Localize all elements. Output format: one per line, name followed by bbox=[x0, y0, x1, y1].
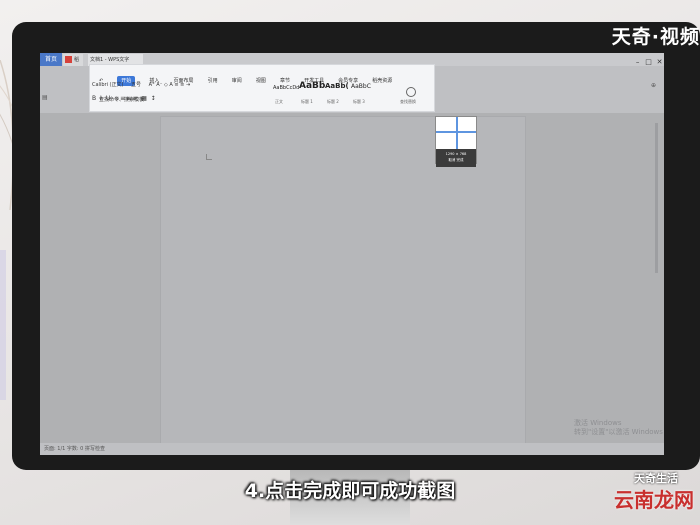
activate-line-2: 转到"设置"以激活 Windows bbox=[574, 428, 663, 436]
screenshot-actions[interactable]: 取消 完成 bbox=[436, 157, 476, 163]
bold-icon[interactable]: B bbox=[92, 95, 97, 102]
format-row: B I U ≡≡≡≡ ▦ ↕ bbox=[92, 95, 157, 102]
docer-logo-icon bbox=[65, 56, 72, 63]
style-label-h1: 标题 1 bbox=[301, 99, 313, 104]
app-screen: 首页 稻壳 文档1 - WPS文字 – □ ✕ ▤ ⊕ ↶ 开始 插入 页面布局… bbox=[40, 53, 664, 455]
close-icon[interactable]: ✕ bbox=[655, 58, 664, 66]
minimize-icon[interactable]: – bbox=[633, 58, 642, 66]
find-replace-label: 查找替换 bbox=[400, 99, 416, 104]
font-row: Calibri (正文) 五号 A⁺ A⁻ ◇ A ≡ ≡ ⇥ bbox=[92, 81, 190, 88]
style-sample-h1[interactable]: AaBb bbox=[299, 81, 325, 91]
font-name-select[interactable]: Calibri (正文) bbox=[92, 82, 123, 88]
watermark-top: 天奇·视频 bbox=[611, 26, 700, 48]
activate-windows-notice: 激活 Windows 转到"设置"以激活 Windows bbox=[574, 419, 663, 437]
style-sample-h2[interactable]: AaBb( bbox=[325, 82, 349, 90]
format-icons[interactable]: A⁺ A⁻ ◇ A ≡ ≡ ⇥ bbox=[149, 82, 191, 88]
tab-docer[interactable]: 稻壳 bbox=[63, 54, 83, 75]
screenshot-selection[interactable]: 1290 × 768 取消 完成 bbox=[435, 116, 477, 167]
tab-home[interactable]: 首页 bbox=[40, 53, 62, 66]
underline-icon[interactable]: U bbox=[106, 95, 111, 102]
crosshair-horizontal bbox=[436, 131, 476, 133]
menu-tab-docer[interactable]: 稻壳资源 bbox=[372, 76, 392, 86]
window-controls: – □ ✕ bbox=[633, 58, 664, 66]
align-icons[interactable]: ≡≡≡≡ ▦ ↕ bbox=[114, 95, 157, 102]
style-sample-normal[interactable]: AaBbCcDd bbox=[273, 85, 299, 91]
paste-icon[interactable]: ▤ bbox=[42, 94, 48, 101]
style-gallery: AaBbCcDd AaBb AaBb( AaBbC 正文 标题 1 标题 2 标… bbox=[273, 79, 373, 107]
margin-mark bbox=[206, 154, 212, 160]
style-label-normal: 正文 bbox=[275, 99, 283, 104]
italic-icon[interactable]: I bbox=[100, 95, 103, 102]
menu-tab-references[interactable]: 引用 bbox=[208, 76, 218, 86]
style-sample-h3[interactable]: AaBbC bbox=[351, 83, 371, 90]
style-label-h2: 标题 2 bbox=[327, 99, 339, 104]
crosshair-vertical bbox=[456, 117, 458, 149]
brand-logo-bottom: 云南龙网 bbox=[614, 488, 694, 512]
video-subtitle: 4.点击完成即可成功截图 bbox=[244, 480, 456, 502]
maximize-icon[interactable]: □ bbox=[644, 58, 653, 66]
menu-tab-view[interactable]: 视图 bbox=[256, 76, 266, 86]
vertical-scrollbar[interactable] bbox=[655, 123, 658, 273]
activate-line-1: 激活 Windows bbox=[574, 419, 622, 427]
menu-row: ↶ 开始 插入 页面布局 引用 审阅 视图 章节 开发工具 会员专享 稻壳资源 … bbox=[90, 67, 434, 103]
menu-tab-review[interactable]: 审阅 bbox=[232, 76, 242, 86]
status-page-info: 页面: 1/1 字数: 0 拼写检查 bbox=[44, 446, 105, 452]
style-label-h3: 标题 3 bbox=[353, 99, 365, 104]
status-bar: 页面: 1/1 字数: 0 拼写检查 bbox=[40, 443, 664, 455]
search-icon[interactable] bbox=[406, 87, 416, 97]
screenshot-toolbar[interactable]: 1290 × 768 取消 完成 bbox=[436, 149, 476, 167]
share-icon[interactable]: ⊕ bbox=[651, 82, 656, 89]
font-size-select[interactable]: 五号 bbox=[131, 82, 141, 88]
ribbon-highlight: ↶ 开始 插入 页面布局 引用 审阅 视图 章节 开发工具 会员专享 稻壳资源 … bbox=[89, 64, 435, 112]
